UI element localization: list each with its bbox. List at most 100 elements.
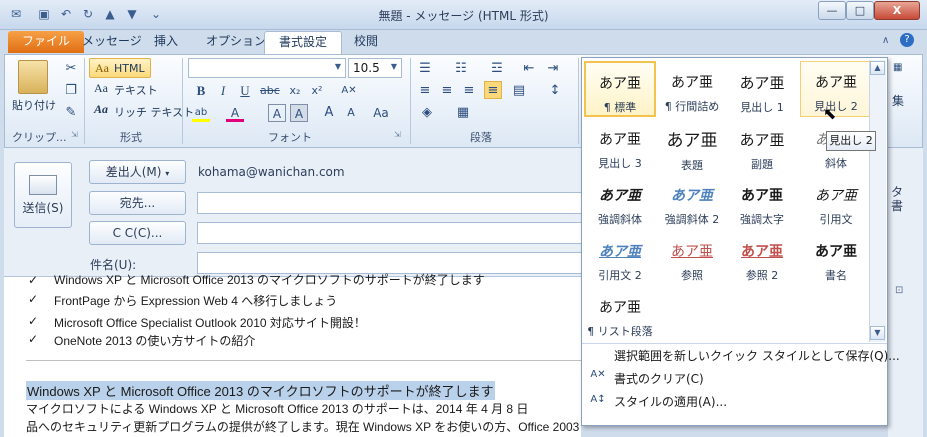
- borders-icon[interactable]: ▦: [454, 104, 472, 122]
- style-intense-emphasis[interactable]: あア亜 強調斜体 2: [656, 174, 728, 230]
- style-strong[interactable]: あア亜 強調太字: [726, 174, 798, 230]
- highlight-icon[interactable]: ab: [192, 104, 210, 122]
- clear-formatting-icon[interactable]: A✕: [340, 82, 358, 100]
- italic-icon[interactable]: I: [214, 82, 232, 100]
- border-char-icon[interactable]: A: [290, 104, 308, 122]
- check-bullet-icon: ✓: [28, 273, 39, 287]
- paste-button[interactable]: 貼り付け: [12, 97, 56, 113]
- style-intense-quote[interactable]: あア亜 引用文 2: [584, 230, 656, 286]
- rich-format-icon[interactable]: Aa: [94, 102, 108, 117]
- grow-font-icon[interactable]: A: [320, 104, 338, 122]
- style-heading-1[interactable]: あア亜 見出し 1: [726, 61, 798, 117]
- style-title[interactable]: あア亜 表題: [656, 118, 728, 174]
- help-icon[interactable]: ?: [900, 33, 914, 47]
- minimize-button[interactable]: —: [818, 1, 846, 20]
- distributed-icon[interactable]: ▤: [510, 82, 528, 100]
- font-name-combo[interactable]: ▼: [188, 58, 346, 78]
- group-separator: [182, 58, 183, 144]
- format-group-label: 形式: [120, 131, 142, 144]
- send-button[interactable]: 送信(S): [14, 162, 72, 228]
- style-name: ¶ 行間詰め: [664, 100, 720, 113]
- envelope-icon: [29, 175, 57, 195]
- tab-format-text[interactable]: 書式設定: [264, 31, 343, 55]
- font-launcher-icon[interactable]: ⇲: [394, 130, 401, 139]
- clear-format-menuitem[interactable]: 書式のクリア(C): [614, 370, 704, 387]
- selected-heading[interactable]: Windows XP と Microsoft Office 2013 のマイクロ…: [26, 381, 495, 400]
- style-preview: あア亜: [599, 188, 641, 204]
- style-subtle-reference[interactable]: あア亜 参照: [656, 230, 728, 286]
- paste-icon[interactable]: [18, 60, 48, 94]
- ribbon-minimize-icon[interactable]: ∧: [882, 35, 889, 46]
- tab-review[interactable]: 校閲: [340, 31, 392, 53]
- to-field[interactable]: [197, 192, 583, 214]
- font-size-combo[interactable]: 10.5 ▼: [348, 58, 402, 78]
- justify-icon[interactable]: ≡: [484, 81, 502, 99]
- group-separator: [84, 58, 85, 144]
- align-right-icon[interactable]: ≡: [460, 82, 478, 100]
- style-tooltip: 見出し 2: [826, 131, 876, 151]
- format-painter-icon[interactable]: ✎: [62, 104, 80, 122]
- body-paragraph: マイクロソフトによる Windows XP と Microsoft Office…: [26, 402, 529, 416]
- multilevel-list-icon[interactable]: ☲: [488, 60, 506, 78]
- cut-icon[interactable]: ✂: [62, 60, 80, 78]
- superscript-icon[interactable]: x²: [308, 82, 326, 100]
- align-center-icon[interactable]: ≡: [438, 82, 456, 100]
- text-format-icon[interactable]: Aa: [94, 81, 108, 96]
- scroll-down-icon[interactable]: ▼: [870, 326, 885, 340]
- from-button-label: 差出人(M): [105, 165, 162, 179]
- bold-icon[interactable]: B: [192, 82, 210, 100]
- underline-icon[interactable]: U: [236, 82, 254, 100]
- style-preview: あア亜: [599, 300, 641, 316]
- save-quick-style-menuitem[interactable]: 選択範囲を新しいクイック スタイルとして保存(Q)...: [614, 347, 900, 364]
- from-value: kohama@wanichan.com: [198, 165, 345, 179]
- chevron-down-icon: ▼: [334, 62, 341, 71]
- clipboard-launcher-icon[interactable]: ⇲: [71, 130, 78, 139]
- style-subtle-emphasis[interactable]: あア亜 強調斜体: [584, 174, 656, 230]
- paragraph-shading-icon[interactable]: ◈: [418, 104, 436, 122]
- copy-icon[interactable]: ❐: [62, 82, 80, 100]
- tab-insert[interactable]: 挿入: [140, 31, 192, 53]
- maximize-button[interactable]: □: [846, 1, 874, 20]
- numbering-icon[interactable]: ☷: [452, 60, 470, 78]
- font-color-icon[interactable]: A: [226, 104, 244, 122]
- cc-field[interactable]: [197, 222, 583, 244]
- text-format-button[interactable]: テキスト: [114, 82, 158, 98]
- gallery-scrollbar[interactable]: [869, 60, 886, 342]
- bullets-icon[interactable]: ☰: [416, 60, 434, 78]
- side-label-icon: タ書: [891, 185, 904, 213]
- style-quote[interactable]: あア亜 引用文: [800, 174, 872, 230]
- scroll-up-icon[interactable]: ▲: [870, 61, 885, 75]
- style-name: 見出し 3: [598, 157, 642, 170]
- strikethrough-icon[interactable]: abc: [260, 82, 280, 100]
- cc-button[interactable]: C C(C)...: [89, 221, 186, 245]
- style-preview: あア亜: [666, 131, 718, 151]
- decrease-indent-icon[interactable]: ⇤: [520, 60, 538, 78]
- paragraph-group-label: 段落: [470, 131, 492, 144]
- style-intense-reference[interactable]: あア亜 参照 2: [726, 230, 798, 286]
- shrink-font-icon[interactable]: A: [342, 104, 360, 122]
- close-button[interactable]: X: [874, 1, 920, 20]
- style-heading-3[interactable]: あア亜 見出し 3: [584, 118, 656, 174]
- style-book-title[interactable]: あア亜 書名: [800, 230, 872, 286]
- style-no-spacing[interactable]: あア亜 ¶ 行間詰め: [656, 61, 728, 117]
- subscript-icon[interactable]: x₂: [286, 82, 304, 100]
- zoom-icon[interactable]: ▦: [893, 62, 902, 73]
- html-format-label: HTML: [114, 62, 145, 75]
- apply-styles-menuitem[interactable]: スタイルの適用(A)...: [614, 393, 727, 410]
- to-button[interactable]: 宛先...: [89, 191, 186, 215]
- bullet-item: Windows XP と Microsoft Office 2013 のマイクロ…: [54, 273, 485, 287]
- style-name: 参照: [681, 269, 703, 282]
- from-button[interactable]: 差出人(M) ▾: [89, 160, 186, 184]
- html-format-button[interactable]: Aa HTML: [89, 58, 151, 78]
- style-normal[interactable]: あア亜 ¶ 標準: [584, 61, 656, 117]
- panel-toggle-icon[interactable]: ⊡: [895, 285, 909, 299]
- style-subtitle[interactable]: あア亜 副題: [726, 118, 798, 174]
- change-case-icon[interactable]: Aa: [372, 104, 390, 122]
- increase-indent-icon[interactable]: ⇥: [544, 60, 562, 78]
- style-name: 表題: [681, 159, 703, 172]
- align-left-icon[interactable]: ≡: [416, 82, 434, 100]
- line-spacing-icon[interactable]: ↕: [546, 82, 564, 100]
- shading-icon[interactable]: A: [268, 104, 286, 122]
- style-preview: あア亜: [671, 188, 713, 204]
- style-list-paragraph[interactable]: あア亜 ¶ リスト段落: [584, 286, 656, 342]
